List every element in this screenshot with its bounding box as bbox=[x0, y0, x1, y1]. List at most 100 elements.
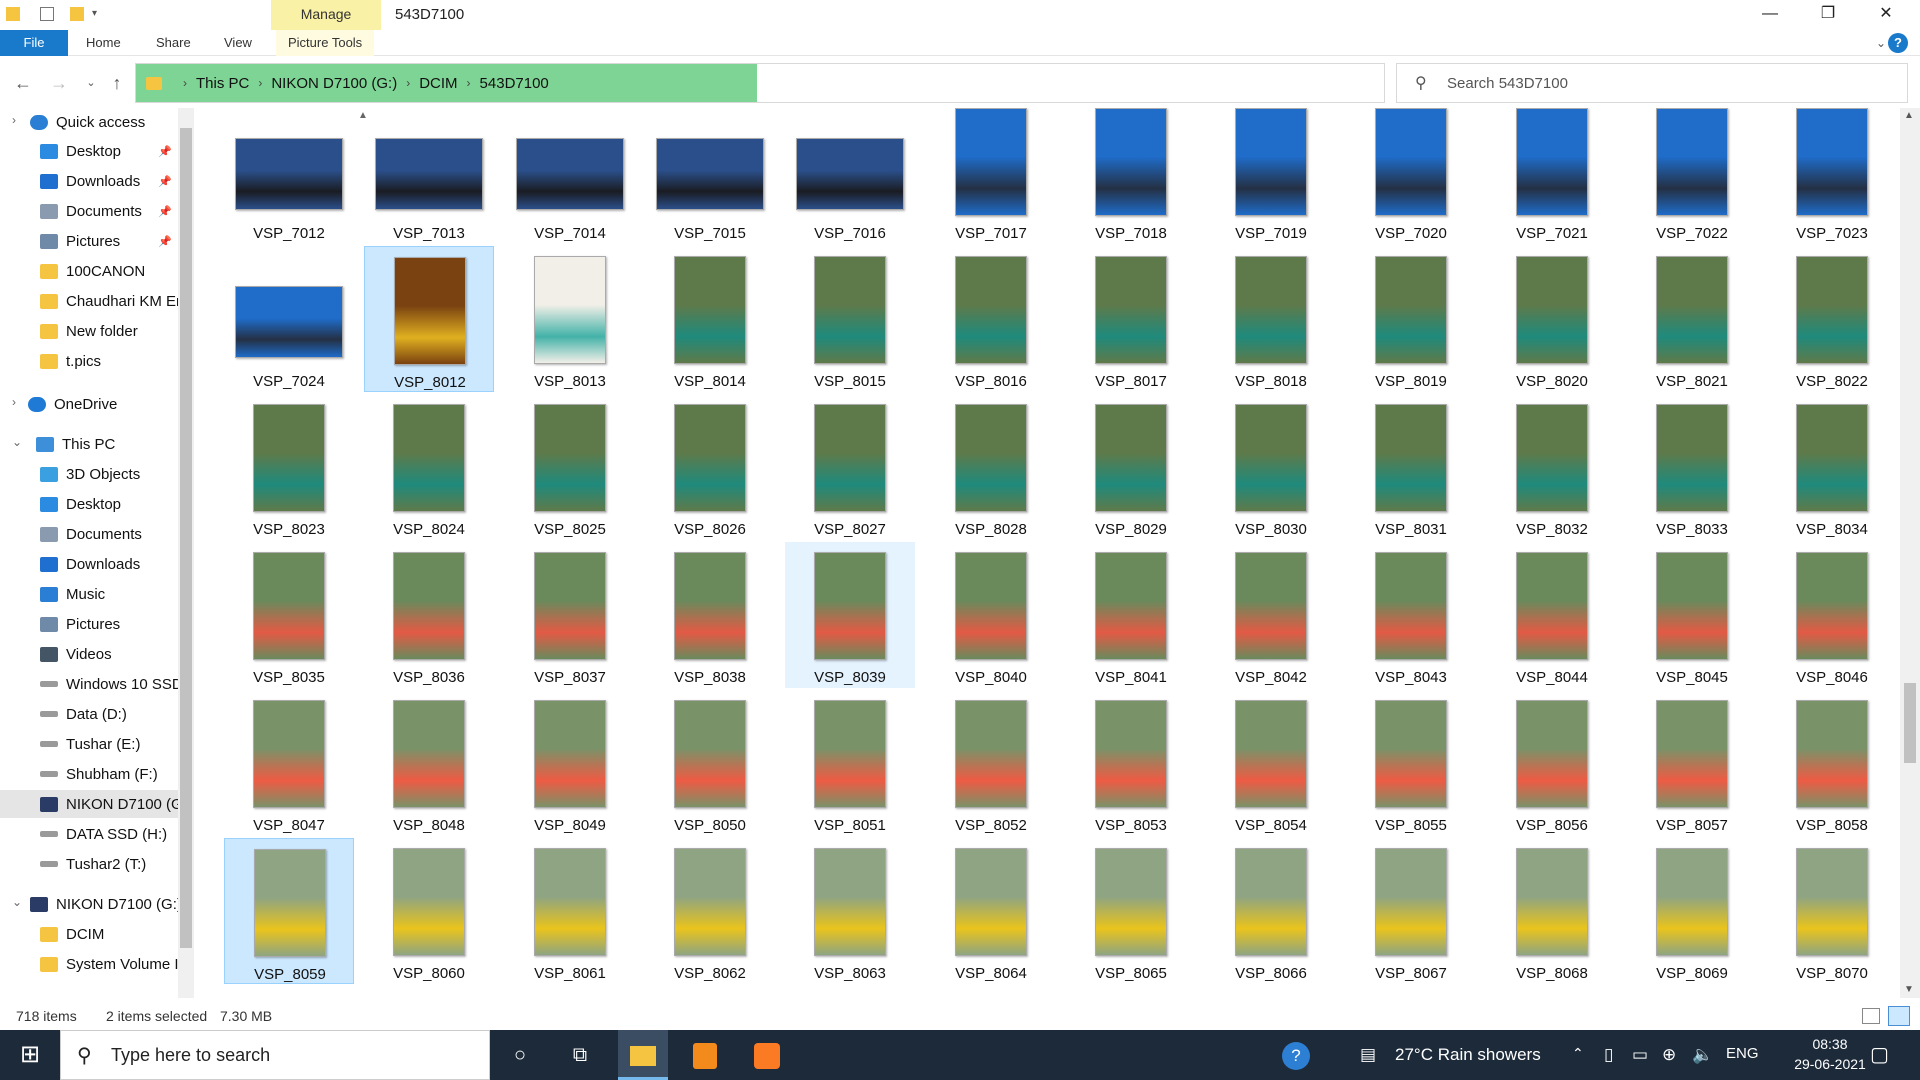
file-item[interactable]: VSP_8061 bbox=[505, 838, 635, 984]
taskbar-search-input[interactable]: ⚲ Type here to search bbox=[60, 1030, 490, 1080]
file-explorer-taskbar-icon[interactable] bbox=[618, 1030, 668, 1080]
file-item[interactable]: VSP_8055 bbox=[1346, 690, 1476, 836]
expand-arrow-icon[interactable]: › bbox=[12, 113, 16, 127]
nav-item-desktop[interactable]: Desktop 📌 bbox=[0, 137, 178, 165]
file-item[interactable]: VSP_7012 bbox=[224, 108, 354, 244]
nav-item-onedrive[interactable]: OneDrive bbox=[0, 390, 178, 418]
file-item[interactable]: VSP_8037 bbox=[505, 542, 635, 688]
file-item[interactable]: VSP_8062 bbox=[645, 838, 775, 984]
sublime-text-icon[interactable] bbox=[680, 1030, 730, 1080]
nav-item-pictures[interactable]: Pictures bbox=[0, 610, 178, 638]
file-item[interactable]: VSP_8063 bbox=[785, 838, 915, 984]
file-item[interactable]: VSP_8070 bbox=[1767, 838, 1897, 984]
file-item[interactable]: VSP_8033 bbox=[1627, 394, 1757, 540]
file-item[interactable]: VSP_8024 bbox=[364, 394, 494, 540]
expand-arrow-icon[interactable]: ⌄ bbox=[12, 435, 22, 449]
file-item[interactable]: VSP_7021 bbox=[1487, 108, 1617, 244]
file-item[interactable]: VSP_7016 bbox=[785, 108, 915, 244]
expand-arrow-icon[interactable]: › bbox=[12, 395, 16, 409]
nav-item-tushar2-t[interactable]: Tushar2 (T:) bbox=[0, 850, 178, 878]
file-item[interactable]: VSP_8026 bbox=[645, 394, 775, 540]
nav-item-tushar-e[interactable]: Tushar (E:) bbox=[0, 730, 178, 758]
close-button[interactable]: ✕ bbox=[1858, 0, 1914, 30]
file-item[interactable]: VSP_8040 bbox=[926, 542, 1056, 688]
file-item[interactable]: VSP_8046 bbox=[1767, 542, 1897, 688]
file-item[interactable]: VSP_8023 bbox=[224, 394, 354, 540]
notifications-icon[interactable]: ▢ bbox=[1870, 1042, 1889, 1067]
help-tray-icon[interactable]: ? bbox=[1282, 1042, 1310, 1070]
language-indicator[interactable]: ENG bbox=[1726, 1045, 1759, 1062]
file-item[interactable]: VSP_7020 bbox=[1346, 108, 1476, 244]
battery-icon[interactable]: ▭ bbox=[1632, 1045, 1648, 1065]
task-view-icon[interactable]: ⧉ bbox=[555, 1030, 605, 1080]
tab-share[interactable]: Share bbox=[144, 30, 203, 56]
breadcrumb-item[interactable]: DCIM bbox=[419, 75, 457, 92]
file-item[interactable]: VSP_8016 bbox=[926, 246, 1056, 392]
file-item[interactable]: VSP_8047 bbox=[224, 690, 354, 836]
scroll-down-icon[interactable]: ▼ bbox=[1904, 984, 1914, 995]
scroll-up-icon[interactable]: ▲ bbox=[1904, 110, 1914, 121]
file-item[interactable]: VSP_7015 bbox=[645, 108, 775, 244]
file-item[interactable]: VSP_7019 bbox=[1206, 108, 1336, 244]
file-item[interactable]: VSP_8039 bbox=[785, 542, 915, 688]
breadcrumb-item[interactable]: NIKON D7100 (G:) bbox=[271, 75, 397, 92]
file-item[interactable]: VSP_8064 bbox=[926, 838, 1056, 984]
large-icons-view-icon[interactable] bbox=[1888, 1006, 1910, 1026]
nav-item-windows-10-ssd[interactable]: Windows 10 SSD bbox=[0, 670, 178, 698]
weather-text[interactable]: 27°C Rain showers bbox=[1395, 1045, 1541, 1065]
file-item[interactable]: VSP_8059 bbox=[224, 838, 354, 984]
file-item[interactable]: VSP_8020 bbox=[1487, 246, 1617, 392]
file-item[interactable]: VSP_8069 bbox=[1627, 838, 1757, 984]
file-item[interactable]: VSP_8021 bbox=[1627, 246, 1757, 392]
file-item[interactable]: VSP_8017 bbox=[1066, 246, 1196, 392]
expand-arrow-icon[interactable]: ⌄ bbox=[12, 895, 22, 909]
file-item[interactable]: VSP_8025 bbox=[505, 394, 635, 540]
file-item[interactable]: VSP_8027 bbox=[785, 394, 915, 540]
nav-item-quick-access[interactable]: Quick access bbox=[0, 108, 178, 136]
file-item[interactable]: VSP_8065 bbox=[1066, 838, 1196, 984]
tab-file[interactable]: File bbox=[0, 30, 68, 56]
nav-item-3d-objects[interactable]: 3D Objects bbox=[0, 460, 178, 488]
properties-icon[interactable] bbox=[40, 7, 54, 21]
breadcrumb-item[interactable]: 543D7100 bbox=[480, 75, 549, 92]
file-item[interactable]: VSP_8045 bbox=[1627, 542, 1757, 688]
volume-icon[interactable]: 🔈 bbox=[1692, 1045, 1713, 1065]
details-view-icon[interactable] bbox=[1862, 1008, 1880, 1024]
file-item[interactable]: VSP_8036 bbox=[364, 542, 494, 688]
file-item[interactable]: VSP_8043 bbox=[1346, 542, 1476, 688]
file-item[interactable]: VSP_8053 bbox=[1066, 690, 1196, 836]
content-scrollbar-thumb[interactable] bbox=[1904, 683, 1916, 763]
nav-item-data-ssd-h[interactable]: DATA SSD (H:) bbox=[0, 820, 178, 848]
file-item[interactable]: VSP_8068 bbox=[1487, 838, 1617, 984]
file-item[interactable]: VSP_8056 bbox=[1487, 690, 1617, 836]
content-scrollbar[interactable]: ▲ ▼ bbox=[1900, 108, 1920, 998]
nav-item-documents[interactable]: Documents bbox=[0, 520, 178, 548]
nav-item-shubham-f[interactable]: Shubham (F:) bbox=[0, 760, 178, 788]
network-icon[interactable]: ⊕ bbox=[1662, 1045, 1676, 1065]
file-item[interactable]: VSP_7013 bbox=[364, 108, 494, 244]
nav-item-nikon-d7100-g[interactable]: NIKON D7100 (G bbox=[0, 790, 178, 818]
file-item[interactable]: VSP_8048 bbox=[364, 690, 494, 836]
file-item[interactable]: VSP_8057 bbox=[1627, 690, 1757, 836]
file-item[interactable]: VSP_7018 bbox=[1066, 108, 1196, 244]
nav-item-t-pics[interactable]: t.pics bbox=[0, 347, 178, 375]
file-item[interactable]: VSP_7023 bbox=[1767, 108, 1897, 244]
file-item[interactable]: VSP_8022 bbox=[1767, 246, 1897, 392]
file-item[interactable]: VSP_8042 bbox=[1206, 542, 1336, 688]
nav-item-desktop[interactable]: Desktop bbox=[0, 490, 178, 518]
breadcrumb-item[interactable]: This PC bbox=[196, 75, 249, 92]
chevron-right-icon[interactable]: › bbox=[467, 76, 471, 90]
file-item[interactable]: VSP_7014 bbox=[505, 108, 635, 244]
minimize-button[interactable]: — bbox=[1742, 0, 1798, 30]
news-weather-icon[interactable]: ▤ bbox=[1360, 1045, 1376, 1065]
nav-item-pictures[interactable]: Pictures 📌 bbox=[0, 227, 178, 255]
file-item[interactable]: VSP_8060 bbox=[364, 838, 494, 984]
file-item[interactable]: VSP_8019 bbox=[1346, 246, 1476, 392]
file-item[interactable]: VSP_8044 bbox=[1487, 542, 1617, 688]
file-item[interactable]: VSP_8035 bbox=[224, 542, 354, 688]
nav-scrollbar-thumb[interactable] bbox=[180, 128, 192, 948]
file-item[interactable]: VSP_8032 bbox=[1487, 394, 1617, 540]
nav-item-downloads[interactable]: Downloads bbox=[0, 550, 178, 578]
nav-item-this-pc[interactable]: This PC bbox=[0, 430, 178, 458]
chevron-right-icon[interactable]: › bbox=[258, 76, 262, 90]
